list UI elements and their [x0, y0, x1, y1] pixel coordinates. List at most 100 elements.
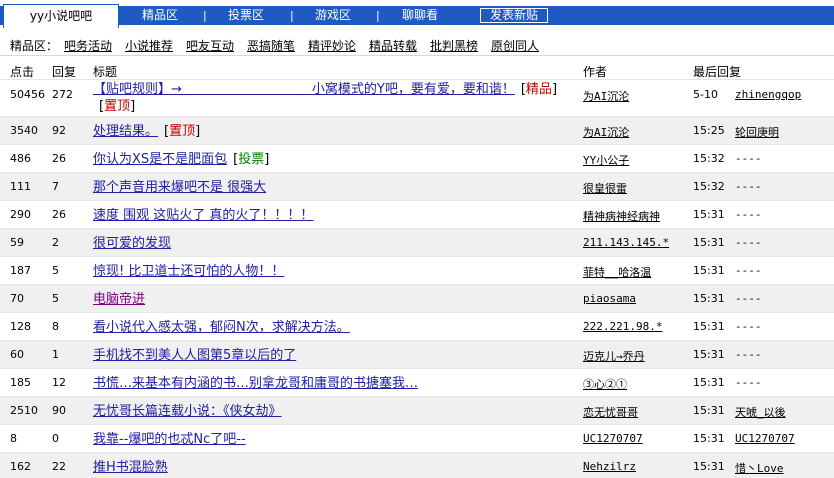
- new-post-button[interactable]: 发表新贴: [480, 8, 548, 23]
- subnav-item-reviews[interactable]: 精评妙论: [308, 37, 356, 54]
- subnav-item-novel-recommend[interactable]: 小说推荐: [125, 37, 173, 54]
- thread-title-link[interactable]: 处理结果。: [93, 124, 158, 139]
- thread-title-cell: 书慌…来基本有内涵的书…别拿龙哥和庸哥的书搪塞我…: [93, 375, 563, 392]
- tab-featured[interactable]: 精品区: [132, 6, 188, 25]
- last-reply-time: 15:31: [693, 264, 725, 277]
- tab-chat[interactable]: 聊聊看: [392, 6, 448, 25]
- thread-author-link[interactable]: YY小公子: [583, 152, 629, 168]
- last-reply-user[interactable]: ----: [735, 320, 762, 333]
- last-reply-time: 15:31: [693, 208, 725, 221]
- subnav-item-fan-works[interactable]: 原创同人: [491, 37, 539, 54]
- reply-count: 26: [52, 208, 66, 221]
- subnav-item-blacklist[interactable]: 批判黑榜: [430, 37, 478, 54]
- thread-author-link[interactable]: ③心②①: [583, 376, 627, 392]
- thread-author-link[interactable]: Nehzilrz: [583, 460, 636, 473]
- last-reply-user[interactable]: ----: [735, 348, 762, 361]
- thread-title-cell: 速度 围观 这贴火了 真的火了！！！！: [93, 207, 563, 224]
- table-row: 185 12 书慌…来基本有内涵的书…别拿龙哥和庸哥的书搪塞我… ③心②① 15:31-…: [0, 369, 834, 397]
- thread-author-link[interactable]: 精神病神经病神: [583, 208, 660, 224]
- thread-title-link[interactable]: 惊现! 比卫道士还可怕的人物！！: [93, 264, 284, 279]
- last-reply-user[interactable]: 惜丶Love: [735, 460, 784, 476]
- last-reply-user[interactable]: ----: [735, 376, 762, 389]
- thread-title-link[interactable]: 手机找不到美人人图第5章以后的了: [93, 348, 296, 363]
- thread-title-cell: 处理结果。 [置顶]: [93, 123, 563, 140]
- table-row: 8 0 我靠--爆吧的也忒Nc了吧-- UC1270707 15:31 UC1270707: [0, 425, 834, 453]
- tab-games[interactable]: 游戏区: [305, 6, 361, 25]
- table-row: 50456 272 【贴吧规则】→ 小窝模式的Y吧，要有爱，要和谐！ [精品] [置顶]…: [0, 81, 834, 117]
- thread-title-link[interactable]: 电脑帝进: [93, 292, 145, 307]
- click-count: 290: [10, 208, 31, 221]
- thread-author-link[interactable]: 菲特__哈洛温: [583, 264, 651, 280]
- last-reply-time: 15:31: [693, 292, 725, 305]
- click-count: 111: [10, 180, 31, 193]
- thread-title-link[interactable]: 看小说代入感太强，郁闷N次，求解决方法。: [93, 320, 350, 335]
- last-reply-user[interactable]: ----: [735, 180, 762, 193]
- last-reply-time: 15:31: [693, 432, 725, 445]
- header-last-reply: 最后回复: [693, 65, 742, 79]
- thread-title-cell: 惊现! 比卫道士还可怕的人物！！: [93, 263, 563, 280]
- click-count: 2510: [10, 404, 38, 417]
- tab-vote[interactable]: 投票区: [218, 6, 274, 25]
- thread-author-link[interactable]: piaosama: [583, 292, 636, 305]
- tab-forum-home[interactable]: yy小说吧吧: [3, 4, 119, 28]
- table-row: 162 22 推H书混脸熟 Nehzilrz 15:31 惜丶Love: [0, 453, 834, 478]
- subnav-item-member-interaction[interactable]: 吧友互动: [186, 37, 234, 54]
- thread-author-link[interactable]: UC1270707: [583, 432, 643, 445]
- last-reply-time: 15:31: [693, 236, 725, 249]
- featured-subnav: 精品区： 吧务活动 小说推荐 吧友互动 恶搞随笔 精评妙论 精品转载 批判黑榜 …: [0, 30, 834, 56]
- thread-tag[interactable]: [置顶]: [164, 124, 200, 139]
- table-row: 3540 92 处理结果。 [置顶] 为AI沉沦 15:25 轮回庚明: [0, 117, 834, 145]
- thread-title-link[interactable]: 很可爱的发现: [93, 236, 171, 251]
- header-title: 标题: [93, 65, 118, 79]
- thread-tag[interactable]: [投票]: [233, 152, 269, 167]
- thread-author-link[interactable]: 222.221.98.*: [583, 320, 662, 333]
- thread-author-link[interactable]: 为AI沉沦: [583, 124, 629, 140]
- table-row: 60 1 手机找不到美人人图第5章以后的了 迈克儿→乔丹 15:31 ----: [0, 341, 834, 369]
- last-reply-user[interactable]: ----: [735, 152, 762, 165]
- thread-title-cell: 推H书混脸熟: [93, 459, 563, 476]
- click-count: 50456: [10, 88, 45, 101]
- last-reply-user[interactable]: zhinengqop: [735, 88, 801, 101]
- thread-author-link[interactable]: 迈克儿→乔丹: [583, 348, 645, 364]
- table-row: 128 8 看小说代入感太强，郁闷N次，求解决方法。 222.221.98.* 15:3…: [0, 313, 834, 341]
- subnav-item-reposts[interactable]: 精品转载: [369, 37, 417, 54]
- thread-title-cell: 手机找不到美人人图第5章以后的了: [93, 347, 563, 364]
- last-reply-time: 15:31: [693, 320, 725, 333]
- last-reply-time: 15:31: [693, 376, 725, 389]
- thread-author-link[interactable]: 很皇很雷: [583, 180, 627, 196]
- last-reply-user[interactable]: ----: [735, 208, 762, 221]
- thread-tag[interactable]: [精品]: [521, 82, 557, 97]
- thread-title-link[interactable]: 书慌…来基本有内涵的书…别拿龙哥和庸哥的书搪塞我…: [93, 376, 418, 391]
- thread-title-cell: 我靠--爆吧的也忒Nc了吧--: [93, 431, 563, 448]
- thread-title-link[interactable]: 无忧哥长篇连载小说：《侠女劫》: [93, 404, 282, 419]
- thread-author-link[interactable]: 211.143.145.*: [583, 236, 669, 249]
- thread-title-link[interactable]: 你认为XS是不是肥面包: [93, 152, 227, 167]
- thread-author-link[interactable]: 为AI沉沦: [583, 88, 629, 104]
- subnav-label: 精品区：: [10, 39, 59, 53]
- last-reply-user[interactable]: ----: [735, 264, 762, 277]
- click-count: 187: [10, 264, 31, 277]
- thread-title-link[interactable]: 我靠--爆吧的也忒Nc了吧--: [93, 432, 246, 447]
- last-reply-user[interactable]: ----: [735, 292, 762, 305]
- tab-separator: |: [290, 9, 294, 22]
- thread-title-link[interactable]: 【贴吧规则】→ 小窝模式的Y吧，要有爱，要和谐！: [93, 82, 515, 97]
- thread-author-link[interactable]: 恋无忧哥哥: [583, 404, 638, 420]
- last-reply-user[interactable]: UC1270707: [735, 432, 795, 445]
- last-reply-user[interactable]: 轮回庚明: [735, 124, 779, 140]
- subnav-item-admin-events[interactable]: 吧务活动: [64, 37, 112, 54]
- thread-title-link[interactable]: 那个声音用来爆吧不是 很强大: [93, 180, 266, 195]
- reply-count: 272: [52, 88, 73, 101]
- thread-title-link[interactable]: 速度 围观 这贴火了 真的火了！！！！: [93, 208, 313, 223]
- thread-title-cell: 无忧哥长篇连载小说：《侠女劫》: [93, 403, 563, 420]
- forum-tab-bar: yy小说吧吧 精品区 | 投票区 | 游戏区 | 聊聊看 发表新贴: [0, 0, 834, 28]
- last-reply-user[interactable]: ----: [735, 236, 762, 249]
- thread-title-link[interactable]: 推H书混脸熟: [93, 460, 168, 475]
- click-count: 60: [10, 348, 24, 361]
- reply-count: 5: [52, 292, 59, 305]
- subnav-item-spoof-essays[interactable]: 恶搞随笔: [247, 37, 295, 54]
- table-row: 59 2 很可爱的发现 211.143.145.* 15:31 ----: [0, 229, 834, 257]
- last-reply-user[interactable]: 天唬_以後: [735, 404, 786, 420]
- click-count: 128: [10, 320, 31, 333]
- reply-count: 90: [52, 404, 66, 417]
- thread-tag[interactable]: [置顶]: [99, 99, 135, 114]
